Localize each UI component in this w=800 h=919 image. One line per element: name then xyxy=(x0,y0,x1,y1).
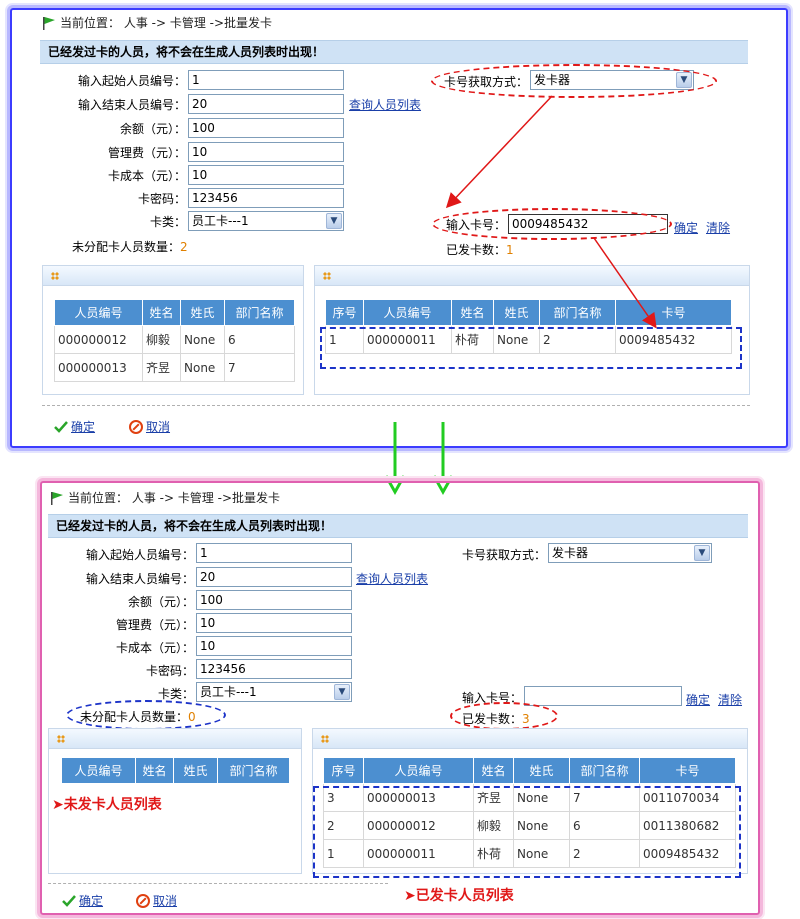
col-header[interactable]: 部门名称 xyxy=(217,757,290,784)
panel-header xyxy=(313,729,747,749)
card-number-input[interactable] xyxy=(524,686,682,706)
password-label: 卡密码： xyxy=(145,664,194,678)
unassigned-highlight-oval xyxy=(66,700,226,730)
balance-input[interactable]: 100 xyxy=(196,590,352,610)
grid-dots-icon xyxy=(321,735,329,743)
panel-header xyxy=(49,729,301,749)
cost-input[interactable]: 10 xyxy=(196,636,352,656)
fee-input[interactable]: 10 xyxy=(196,613,352,633)
issued-note-text: 已发卡人员列表 xyxy=(415,888,514,904)
card-type-label: 卡类： xyxy=(157,687,194,701)
fee-label: 管理费（元）： xyxy=(115,618,194,632)
arrow-input-to-table xyxy=(593,237,657,329)
pointer-arrow-icon: ➤ xyxy=(404,888,416,904)
balance-label: 余额（元）： xyxy=(127,595,194,609)
ok-button[interactable]: 确定 xyxy=(62,892,103,909)
unassigned-table: 人员编号 姓名 姓氏 部门名称 xyxy=(61,757,290,784)
cancel-icon xyxy=(136,893,150,908)
confirm-card-link[interactable]: 确定 xyxy=(686,691,710,708)
col-header[interactable]: 姓氏 xyxy=(513,757,570,784)
col-header[interactable]: 姓名 xyxy=(135,757,174,784)
issued-rows-highlight xyxy=(313,786,741,878)
col-header[interactable]: 卡号 xyxy=(639,757,736,784)
card-method-select[interactable]: 发卡器 ▼ xyxy=(548,543,712,563)
chevron-down-icon[interactable]: ▼ xyxy=(694,545,710,561)
unissued-note: ➤未发卡人员列表 xyxy=(52,794,162,814)
card-type-value: 员工卡---1 xyxy=(200,685,257,699)
query-staff-link[interactable]: 查询人员列表 xyxy=(356,570,428,587)
issued-note: ➤已发卡人员列表 xyxy=(404,885,514,905)
col-header[interactable]: 部门名称 xyxy=(569,757,640,784)
unissued-note-text: 未发卡人员列表 xyxy=(63,797,162,813)
card-type-select[interactable]: 员工卡---1 ▼ xyxy=(196,682,352,702)
start-id-label: 输入起始人员编号： xyxy=(85,548,194,562)
check-icon xyxy=(62,894,76,907)
end-id-input[interactable]: 20 xyxy=(196,567,352,587)
cancel-label: 取消 xyxy=(153,894,178,908)
ok-label: 确定 xyxy=(79,894,104,908)
col-header[interactable]: 姓氏 xyxy=(173,757,218,784)
start-id-input[interactable]: 1 xyxy=(196,543,352,563)
footer-divider xyxy=(48,883,388,884)
breadcrumb: 当前位置： 人事 -> 卡管理 ->批量发卡 xyxy=(50,489,280,506)
cost-label: 卡成本（元）： xyxy=(115,641,194,655)
arrow-method-to-input xyxy=(445,95,553,209)
card-method-value: 发卡器 xyxy=(552,546,589,560)
breadcrumb-text: 当前位置： 人事 -> 卡管理 ->批量发卡 xyxy=(68,491,281,505)
col-header[interactable]: 人员编号 xyxy=(61,757,136,784)
grid-dots-icon xyxy=(57,735,65,743)
card-method-label: 卡号获取方式： xyxy=(461,548,546,562)
annotation-arrows xyxy=(445,95,657,329)
clear-card-link[interactable]: 清除 xyxy=(718,691,742,708)
flag-icon xyxy=(50,491,65,505)
col-header[interactable]: 人员编号 xyxy=(363,757,474,784)
pointer-arrow-icon: ➤ xyxy=(52,797,64,813)
col-header[interactable]: 序号 xyxy=(323,757,364,784)
cancel-button[interactable]: 取消 xyxy=(136,892,177,909)
col-header[interactable]: 姓名 xyxy=(473,757,514,784)
password-input[interactable]: 123456 xyxy=(196,659,352,679)
issued-highlight-oval xyxy=(450,702,558,730)
chevron-down-icon[interactable]: ▼ xyxy=(334,684,350,700)
notice-bar: 已经发过卡的人员，将不会在生成人员列表时出现！ xyxy=(48,514,748,538)
end-id-label: 输入结束人员编号： xyxy=(85,572,194,586)
